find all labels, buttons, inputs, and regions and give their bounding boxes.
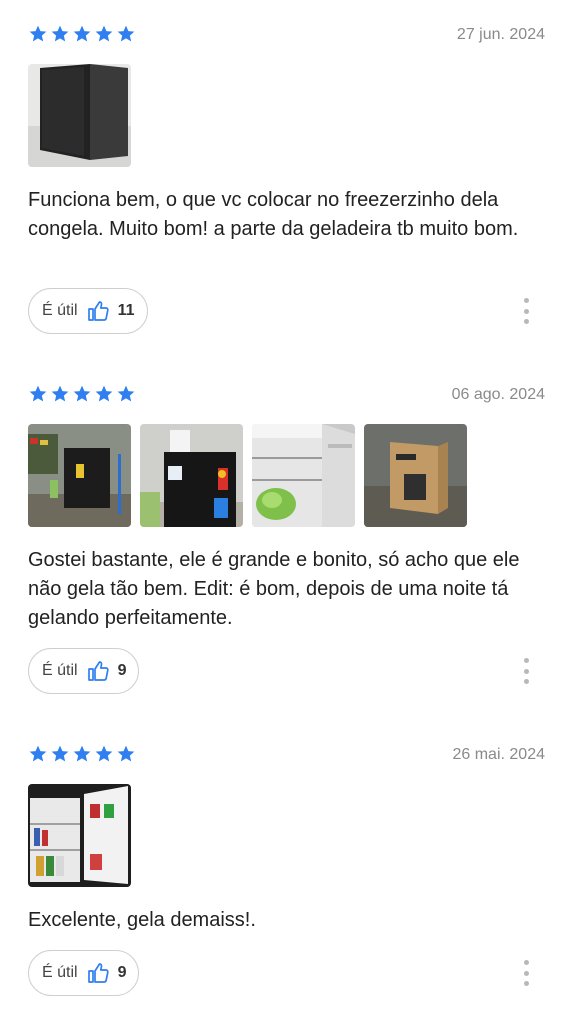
star-icon (51, 385, 69, 402)
useful-button[interactable]: É útil 11 (28, 288, 148, 334)
rating-stars (28, 24, 136, 44)
review-date: 27 jun. 2024 (456, 26, 545, 43)
review-photo[interactable] (28, 784, 131, 887)
rating-stars (28, 384, 136, 404)
star-icon (117, 745, 135, 762)
review-card: 26 mai. 2024 Excelente, gela demaiss!. É… (0, 744, 574, 1024)
thumbs-up-icon (87, 301, 109, 321)
star-icon (73, 25, 91, 42)
star-icon (51, 25, 69, 42)
useful-label: É útil (42, 302, 78, 319)
star-icon (95, 25, 113, 42)
review-text: Gostei bastante, ele é grande e bonito, … (28, 549, 520, 629)
review-photo[interactable] (28, 424, 131, 527)
star-icon (95, 745, 113, 762)
useful-button[interactable]: É útil 9 (28, 648, 140, 694)
review-text: Funciona bem, o que vc colocar no freeze… (28, 189, 519, 240)
useful-label: É útil (42, 662, 78, 679)
review-photo[interactable] (28, 64, 131, 167)
thumbs-up-icon (87, 963, 109, 983)
review-photos (28, 424, 467, 527)
review-text: Excelente, gela demaiss!. (28, 909, 256, 931)
review-date: 06 ago. 2024 (451, 386, 545, 403)
more-vertical-icon[interactable] (520, 298, 532, 324)
review-photos (28, 64, 131, 167)
star-icon (95, 385, 113, 402)
rating-stars (28, 744, 136, 764)
useful-count: 9 (117, 964, 127, 981)
star-icon (117, 25, 135, 42)
useful-count: 11 (117, 302, 135, 319)
star-icon (29, 745, 47, 762)
star-icon (73, 745, 91, 762)
review-photo[interactable] (364, 424, 467, 527)
star-icon (29, 25, 47, 42)
review-date: 26 mai. 2024 (452, 746, 545, 763)
useful-count: 9 (117, 662, 127, 679)
thumbs-up-icon (87, 661, 109, 681)
review-photos (28, 784, 131, 887)
useful-button[interactable]: É útil 9 (28, 950, 140, 996)
more-vertical-icon[interactable] (520, 658, 532, 684)
review-card: 27 jun. 2024 Funciona bem, o que vc colo… (0, 24, 574, 344)
useful-label: É útil (42, 964, 78, 981)
review-photo[interactable] (140, 424, 243, 527)
star-icon (117, 385, 135, 402)
more-vertical-icon[interactable] (520, 960, 532, 986)
star-icon (51, 745, 69, 762)
review-card: 06 ago. 2024 Gostei bastante, ele é gran… (0, 384, 574, 704)
review-photo[interactable] (252, 424, 355, 527)
star-icon (29, 385, 47, 402)
star-icon (73, 385, 91, 402)
